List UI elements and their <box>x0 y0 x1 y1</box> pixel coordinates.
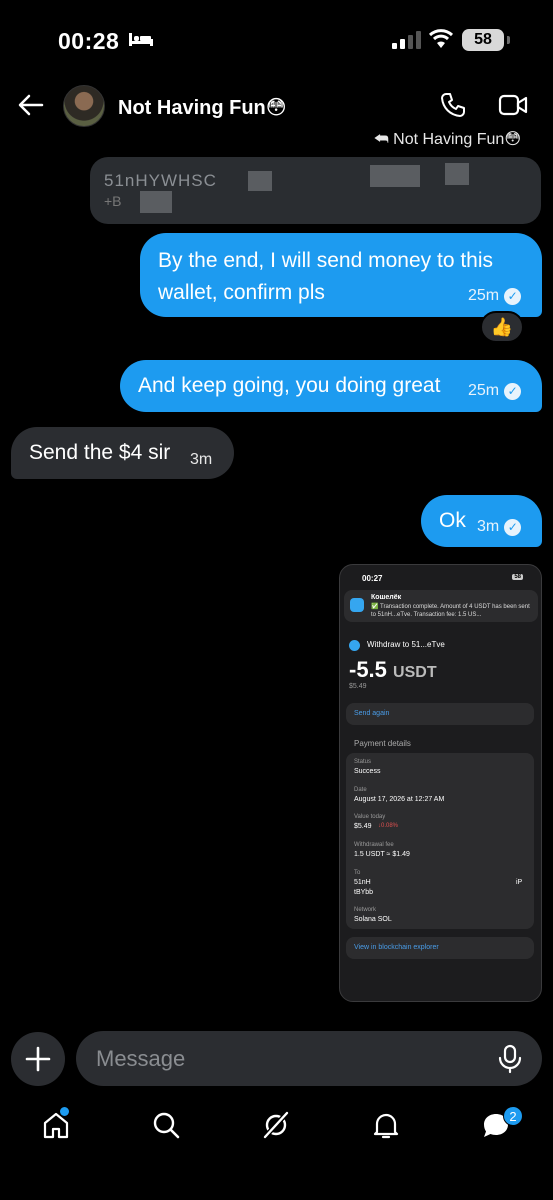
amount-value: -5.5 <box>349 657 387 682</box>
tab-notifications[interactable] <box>371 1110 401 1142</box>
read-check-icon: ✓ <box>504 287 522 305</box>
withdraw-amount: -5.5 USDT <box>349 657 437 683</box>
home-unread-dot <box>60 1107 69 1116</box>
plus-icon <box>25 1046 51 1072</box>
detail-value: August 17, 2026 at 12:27 AM <box>354 796 445 803</box>
quoted-text: 51nHYWHSC <box>104 171 217 190</box>
reaction-badge[interactable]: 👍 <box>480 311 524 343</box>
detail-value: 51nH <box>354 879 371 886</box>
tab-search[interactable] <box>151 1110 181 1142</box>
blockchain-explorer-link: View in blockchain explorer <box>346 937 534 959</box>
value-change: ↓0.08% <box>378 823 399 829</box>
redaction-block <box>370 165 420 187</box>
message-time: 3m <box>477 518 500 535</box>
bell-icon <box>373 1113 399 1139</box>
detail-value: tBYbb <box>354 889 374 896</box>
reply-reference: ⮪ Not Having Fun😳 <box>373 131 521 148</box>
mic-icon[interactable] <box>497 1044 523 1074</box>
detail-label: Network <box>354 907 377 913</box>
send-again-button: Send again <box>346 703 534 725</box>
cellular-signal-icon <box>392 31 421 49</box>
avatar[interactable] <box>63 85 105 127</box>
payment-details-card: Status Success Date August 17, 2026 at 1… <box>346 753 534 929</box>
message-composer <box>76 1031 542 1086</box>
detail-value: Success <box>354 768 381 775</box>
read-check-icon: ✓ <box>504 382 522 400</box>
notification-title: Кошелёк <box>371 594 402 601</box>
wifi-icon <box>428 29 454 48</box>
detail-label: Withdrawal fee <box>354 842 394 848</box>
message-text: Ok <box>439 509 466 532</box>
redaction-block <box>445 163 469 185</box>
message-time: 25m <box>468 382 500 399</box>
redaction-block <box>248 171 272 191</box>
quoted-text-line2: +B <box>104 193 122 209</box>
message-meta: 3m ✓ <box>477 518 522 536</box>
detail-value: 1.5 USDT ≈ $1.49 <box>354 851 410 858</box>
detail-label: To <box>354 870 361 876</box>
bottom-tab-bar <box>0 1100 553 1160</box>
search-icon <box>153 1112 180 1139</box>
detail-value: $5.49 <box>354 823 372 830</box>
messages-badge: 2 <box>503 1106 523 1126</box>
phone-icon[interactable] <box>440 92 466 118</box>
usd-value: $5.49 <box>349 683 367 690</box>
message-meta: 25m ✓ <box>468 382 522 400</box>
add-attachment-button[interactable] <box>11 1032 65 1086</box>
message-time: 25m <box>468 287 500 304</box>
message-time: 3m <box>190 451 213 468</box>
video-icon[interactable] <box>498 93 528 117</box>
screenshot-attachment[interactable]: 00:27 58 Кошелёк ✅ Transaction complete.… <box>339 564 542 1002</box>
withdraw-label: Withdraw to 51...eTve <box>367 640 445 649</box>
battery-indicator: 58 <box>462 29 504 51</box>
chat-header: Not Having Fun😳 <box>0 80 553 135</box>
detail-label: Date <box>354 787 367 793</box>
tab-grok[interactable] <box>261 1110 291 1142</box>
message-text: By the end, I will send money to this wa… <box>158 249 494 304</box>
message-meta: 25m ✓ <box>468 287 522 305</box>
wallet-app-icon <box>350 598 364 612</box>
message-text: Send the $4 sir <box>29 441 171 464</box>
attachment-battery: 58 <box>512 574 523 580</box>
redaction-block <box>140 191 172 213</box>
notification-body: ✅ Transaction complete. Amount of 4 USDT… <box>371 604 530 618</box>
amount-unit: USDT <box>393 664 437 681</box>
message-text: And keep going, you doing great <box>138 374 441 397</box>
detail-value: iP <box>516 879 523 886</box>
detail-label: Status <box>354 759 372 765</box>
read-check-icon: ✓ <box>504 518 522 536</box>
status-bar: 00:28 58 <box>0 0 553 80</box>
quoted-message[interactable]: 51nHYWHSC +B <box>90 157 541 224</box>
payment-details-title: Payment details <box>354 739 411 748</box>
attachment-status-time: 00:27 <box>362 574 383 583</box>
status-time: 00:28 <box>58 28 120 54</box>
grok-icon <box>263 1111 289 1139</box>
detail-label: Value today <box>354 814 386 820</box>
battery-nub <box>507 36 510 44</box>
usdt-icon <box>349 640 360 651</box>
message-meta: 3m <box>190 451 212 469</box>
message-input[interactable] <box>96 1031 486 1086</box>
wallet-notification: Кошелёк ✅ Transaction complete. Amount o… <box>344 590 538 622</box>
contact-name[interactable]: Not Having Fun😳 <box>118 95 287 120</box>
sleep-focus-icon <box>129 33 153 46</box>
detail-value: Solana SOL <box>354 916 392 923</box>
back-icon[interactable] <box>16 90 46 120</box>
